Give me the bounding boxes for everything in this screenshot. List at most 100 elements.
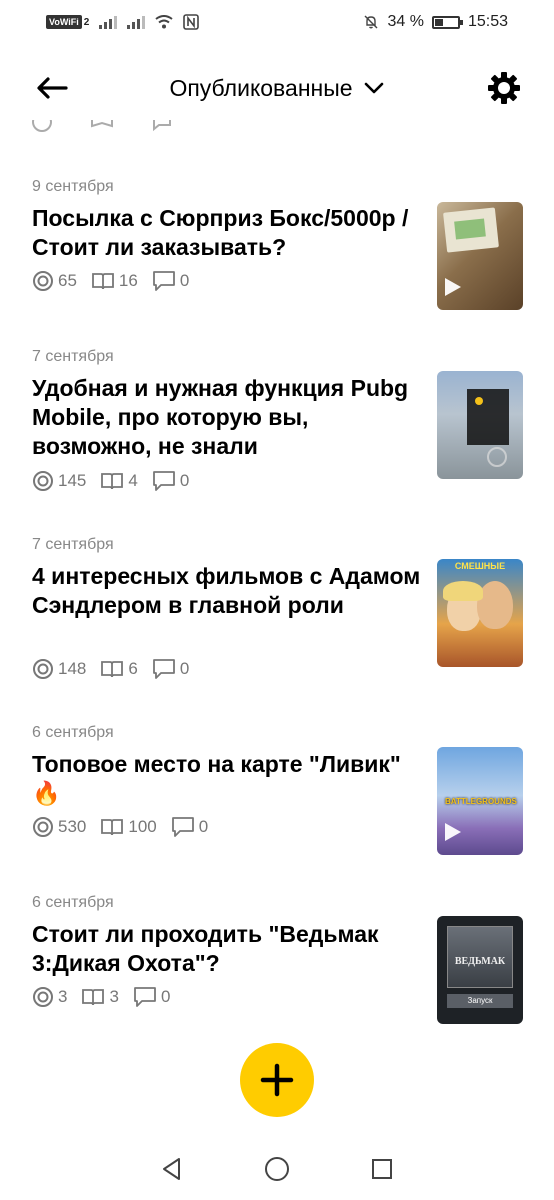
plus-icon — [260, 1063, 294, 1097]
article-date: 7 сентября — [32, 348, 114, 365]
article-stats: 148 6 0 — [32, 658, 189, 680]
article-date: 6 сентября — [32, 724, 114, 741]
article-stats: 145 4 0 — [32, 470, 189, 492]
settings-button[interactable] — [486, 70, 522, 106]
reads-stat: 3 — [81, 987, 119, 1007]
comments-stat: 0 — [152, 470, 189, 492]
comment-icon — [152, 471, 175, 491]
comments-stat: 0 — [171, 816, 208, 838]
views-stat: 65 — [32, 270, 77, 292]
article-thumbnail — [437, 202, 523, 310]
article-date: 7 сентября — [32, 536, 114, 553]
reads-stat: 16 — [91, 271, 138, 291]
arrow-left-icon — [37, 77, 68, 99]
comments-stat: 0 — [152, 658, 189, 680]
book-icon — [101, 819, 124, 836]
comments-stat: 0 — [133, 986, 170, 1008]
status-bar: VoWiFi 2 34 % 15:53 — [0, 0, 554, 44]
add-post-button[interactable] — [240, 1043, 314, 1117]
reads-count: 3 — [109, 987, 119, 1006]
article-card[interactable]: 9 сентября Посылка с Сюрприз Бокс/5000р … — [0, 170, 554, 320]
comments-count: 0 — [179, 659, 190, 678]
article-date: 6 сентября — [32, 894, 114, 911]
article-thumbnail: BATTLEGROUNDS — [437, 747, 523, 855]
views-count: 65 — [58, 271, 77, 290]
reads-count: 16 — [118, 271, 138, 290]
article-thumbnail: ВЕДЬМАК Запуск — [437, 916, 523, 1024]
views-count: 530 — [58, 817, 87, 836]
thumb-dot-shape — [475, 397, 483, 405]
thumb-menu-shape — [467, 389, 509, 445]
book-icon — [82, 989, 105, 1006]
app-header: Опубликованные — [0, 56, 554, 120]
article-card[interactable]: 7 сентября Удобная и нужная функция Pubg… — [0, 340, 554, 510]
eye-icon — [33, 817, 53, 837]
play-icon — [445, 823, 461, 841]
article-title: Удобная и нужная функция Pubg Mobile, пр… — [32, 375, 409, 459]
reads-count: 6 — [128, 659, 138, 678]
article-thumbnail: СМЕШНЫЕ — [437, 559, 523, 667]
wifi-icon — [155, 15, 173, 29]
thumb-button-shape — [487, 447, 507, 467]
vowifi-icon: VoWiFi — [46, 15, 82, 29]
eye-icon — [33, 271, 53, 291]
comment-icon — [152, 271, 175, 291]
section-dropdown[interactable]: Опубликованные — [169, 75, 384, 102]
article-card[interactable]: 6 сентября Топовое место на карте "Ливик… — [0, 716, 554, 866]
comment-icon — [171, 817, 194, 837]
nfc-icon — [183, 14, 200, 30]
book-icon — [101, 661, 124, 678]
thumb-launch-label: Запуск — [447, 994, 513, 1008]
gear-icon — [488, 72, 520, 104]
partial-stats-row — [32, 120, 192, 134]
comments-count: 0 — [179, 271, 190, 290]
article-date: 9 сентября — [32, 178, 114, 195]
comments-count: 0 — [179, 471, 190, 490]
article-card[interactable]: 7 сентября 4 интересных фильмов с Адамом… — [0, 528, 554, 698]
comment-icon — [152, 659, 175, 679]
eye-icon — [33, 987, 53, 1007]
status-right: 34 % 15:53 — [363, 13, 508, 31]
reads-stat: 4 — [100, 471, 138, 491]
triangle-back-icon[interactable] — [159, 1156, 185, 1182]
views-stat: 3 — [32, 986, 67, 1008]
article-stats: 530 100 0 — [32, 816, 208, 838]
reads-count: 100 — [128, 817, 157, 836]
signal-2-icon — [127, 15, 146, 29]
bell-off-icon — [364, 15, 378, 29]
views-stat: 148 — [32, 658, 86, 680]
reads-stat: 100 — [100, 817, 157, 837]
comments-count: 0 — [198, 817, 209, 836]
book-icon — [92, 273, 114, 290]
views-count: 148 — [58, 659, 87, 678]
battery-percent: 34 % — [387, 13, 424, 30]
views-stat: 145 — [32, 470, 86, 492]
eye-icon — [33, 659, 53, 679]
article-title: Топовое место на карте "Ливик" 🔥 — [32, 751, 401, 806]
reads-count: 4 — [128, 471, 138, 490]
partial-stats-icons — [32, 120, 171, 132]
article-stats: 3 3 0 — [32, 986, 170, 1008]
views-count: 145 — [58, 471, 87, 490]
views-count: 3 — [58, 987, 68, 1006]
views-stat: 530 — [32, 816, 86, 838]
sim-index: 2 — [83, 16, 90, 28]
article-title: Стоит ли проходить "Ведьмак 3:Дикая Охот… — [32, 921, 379, 976]
book-icon — [101, 473, 124, 490]
page-title: Опубликованные — [169, 74, 353, 101]
article-card[interactable]: 6 сентября Стоит ли проходить "Ведьмак 3… — [0, 886, 554, 1036]
comments-stat: 0 — [152, 270, 189, 292]
circle-home-icon[interactable] — [263, 1155, 291, 1183]
square-recents-icon[interactable] — [369, 1156, 395, 1182]
play-icon — [445, 278, 461, 296]
thumb-caption: BATTLEGROUNDS — [445, 797, 517, 806]
thumb-caption: ВЕДЬМАК — [454, 956, 506, 967]
system-navbar — [0, 1138, 554, 1200]
battery-icon — [431, 15, 463, 29]
signal-1-icon — [99, 15, 118, 29]
back-button[interactable] — [34, 70, 70, 106]
article-title: 4 интересных фильмов с Адамом Сэндлером … — [32, 563, 421, 618]
article-title: Посылка с Сюрприз Бокс/5000р / Стоит ли … — [32, 205, 409, 260]
thumb-caption: СМЕШНЫЕ — [454, 561, 506, 571]
thumb-hair-shape — [443, 581, 483, 601]
